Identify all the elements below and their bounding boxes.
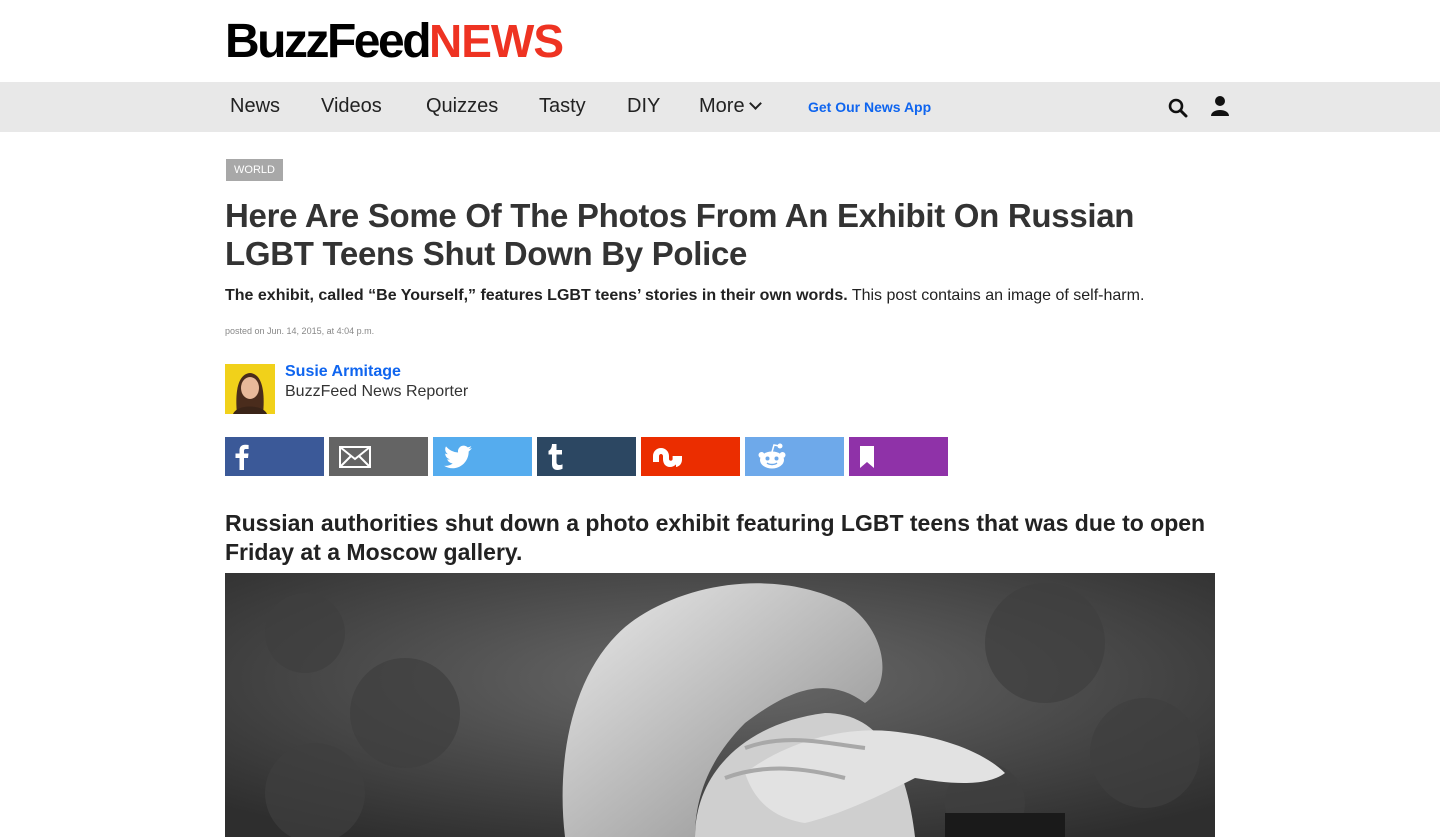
buzzfeed-news-logo[interactable]: BuzzFeedNEWS <box>225 14 564 69</box>
nav-item-news[interactable]: News <box>230 82 280 132</box>
nav-item-tasty[interactable]: Tasty <box>539 82 586 132</box>
chevron-down-icon <box>748 97 762 110</box>
facebook-icon <box>235 444 249 470</box>
logo-news-text: NEWS <box>429 15 564 67</box>
twitter-icon <box>444 445 472 468</box>
share-bookmark-button[interactable] <box>849 437 948 476</box>
article-title: Here Are Some Of The Photos From An Exhi… <box>225 197 1135 272</box>
article-hero-photo <box>225 573 1215 837</box>
search-icon[interactable] <box>1168 98 1188 118</box>
bookmark-icon <box>860 445 874 468</box>
section-tag[interactable]: World <box>226 159 283 181</box>
share-tumblr-button[interactable] <box>537 437 636 476</box>
article-dek: The exhibit, called “Be Yourself,” featu… <box>225 285 1225 307</box>
reddit-icon <box>758 443 786 468</box>
share-twitter-button[interactable] <box>433 437 532 476</box>
user-account-icon[interactable] <box>1209 95 1231 117</box>
share-reddit-button[interactable] <box>745 437 844 476</box>
logo-buzzfeed-text: BuzzFeed <box>225 15 432 68</box>
dek-warning: This post contains an image of self-harm… <box>847 287 1145 304</box>
email-icon <box>339 445 371 468</box>
nav-item-diy[interactable]: DIY <box>627 82 660 132</box>
share-facebook-button[interactable] <box>225 437 324 476</box>
dek-bold: The exhibit, called “Be Yourself,” featu… <box>225 287 848 304</box>
get-news-app-link[interactable]: Get Our News App <box>808 82 931 132</box>
share-email-button[interactable] <box>329 437 428 476</box>
hero-photo-image <box>225 573 1215 837</box>
nav-item-more[interactable]: More <box>699 82 762 132</box>
author-avatar[interactable] <box>225 364 275 414</box>
author-title: BuzzFeed News Reporter <box>285 383 469 400</box>
posted-timestamp: posted on Jun. 14, 2015, at 4:04 p.m. <box>225 326 375 336</box>
article-lede: Russian authorities shut down a photo ex… <box>225 510 1206 565</box>
nav-item-quizzes[interactable]: Quizzes <box>426 82 498 132</box>
share-stumbleupon-button[interactable] <box>641 437 740 476</box>
tumblr-icon <box>548 443 563 470</box>
author-photo <box>225 364 275 414</box>
nav-item-videos[interactable]: Videos <box>321 82 382 132</box>
author-name[interactable]: Susie Armitage <box>285 363 401 381</box>
nav-item-more-label: More <box>699 95 745 117</box>
logo-bar: BuzzFeedNEWS <box>0 0 1440 82</box>
stumbleupon-icon <box>653 447 682 467</box>
